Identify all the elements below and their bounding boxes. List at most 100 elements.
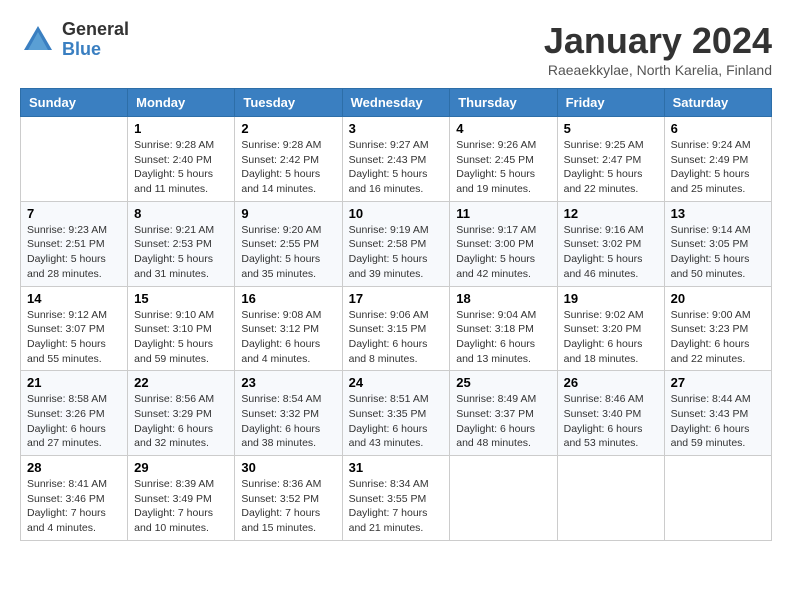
day-cell: 31 Sunrise: 8:34 AM Sunset: 3:55 PM Dayli… xyxy=(342,456,450,541)
day-info: Sunrise: 9:23 AM Sunset: 2:51 PM Dayligh… xyxy=(27,223,121,282)
day-cell: 27Sunrise: 8:44 AM Sunset: 3:43 PM Dayli… xyxy=(664,371,771,456)
day-cell: 15 Sunrise: 9:10 AM Sunset: 3:10 PM Dayli… xyxy=(128,286,235,371)
day-number: 22 xyxy=(134,375,228,390)
header-day-tuesday: Tuesday xyxy=(235,89,342,117)
day-number: 29 xyxy=(134,460,228,475)
day-info: Sunrise: 9:10 AM Sunset: 3:10 PM Dayligh… xyxy=(134,308,228,367)
logo-blue: Blue xyxy=(62,40,129,60)
day-info: Sunrise: 9:14 AM Sunset: 3:05 PM Dayligh… xyxy=(671,223,765,282)
day-cell xyxy=(450,456,557,541)
day-number: 6 xyxy=(671,121,765,136)
day-info: Sunrise: 8:39 AM Sunset: 3:49 PM Dayligh… xyxy=(134,477,228,536)
day-number: 28 xyxy=(27,460,121,475)
day-number: 23 xyxy=(241,375,335,390)
week-row: 14 Sunrise: 9:12 AM Sunset: 3:07 PM Dayli… xyxy=(21,286,772,371)
day-info: Sunrise: 9:17 AM Sunset: 3:00 PM Dayligh… xyxy=(456,223,550,282)
day-cell: 22 Sunrise: 8:56 AM Sunset: 3:29 PM Dayli… xyxy=(128,371,235,456)
header-day-friday: Friday xyxy=(557,89,664,117)
day-number: 17 xyxy=(349,291,444,306)
day-info: Sunrise: 8:54 AM Sunset: 3:32 PM Dayligh… xyxy=(241,392,335,451)
header-day-sunday: Sunday xyxy=(21,89,128,117)
logo-text: General Blue xyxy=(62,20,129,60)
day-info: Sunrise: 9:20 AM Sunset: 2:55 PM Dayligh… xyxy=(241,223,335,282)
day-info: Sunrise: 9:00 AM Sunset: 3:23 PM Dayligh… xyxy=(671,308,765,367)
calendar-subtitle: Raeaekkylae, North Karelia, Finland xyxy=(544,62,772,78)
day-cell: 17Sunrise: 9:06 AM Sunset: 3:15 PM Dayli… xyxy=(342,286,450,371)
day-cell: 2 Sunrise: 9:28 AM Sunset: 2:42 PM Daylig… xyxy=(235,117,342,202)
day-number: 20 xyxy=(671,291,765,306)
day-info: Sunrise: 9:28 AM Sunset: 2:42 PM Dayligh… xyxy=(241,138,335,197)
day-info: Sunrise: 9:24 AM Sunset: 2:49 PM Dayligh… xyxy=(671,138,765,197)
day-number: 1 xyxy=(134,121,228,136)
day-cell: 29 Sunrise: 8:39 AM Sunset: 3:49 PM Dayli… xyxy=(128,456,235,541)
day-number: 9 xyxy=(241,206,335,221)
day-number: 24 xyxy=(349,375,444,390)
day-info: Sunrise: 9:25 AM Sunset: 2:47 PM Dayligh… xyxy=(564,138,658,197)
day-info: Sunrise: 9:19 AM Sunset: 2:58 PM Dayligh… xyxy=(349,223,444,282)
day-cell: 30 Sunrise: 8:36 AM Sunset: 3:52 PM Dayli… xyxy=(235,456,342,541)
day-info: Sunrise: 8:51 AM Sunset: 3:35 PM Dayligh… xyxy=(349,392,444,451)
day-number: 5 xyxy=(564,121,658,136)
header-day-thursday: Thursday xyxy=(450,89,557,117)
day-number: 26 xyxy=(564,375,658,390)
day-cell: 20 Sunrise: 9:00 AM Sunset: 3:23 PM Dayli… xyxy=(664,286,771,371)
day-info: Sunrise: 9:28 AM Sunset: 2:40 PM Dayligh… xyxy=(134,138,228,197)
day-info: Sunrise: 8:41 AM Sunset: 3:46 PM Dayligh… xyxy=(27,477,121,536)
day-number: 3 xyxy=(349,121,444,136)
day-info: Sunrise: 8:34 AM Sunset: 3:55 PM Dayligh… xyxy=(349,477,444,536)
day-number: 21 xyxy=(27,375,121,390)
day-info: Sunrise: 8:58 AM Sunset: 3:26 PM Dayligh… xyxy=(27,392,121,451)
day-info: Sunrise: 9:16 AM Sunset: 3:02 PM Dayligh… xyxy=(564,223,658,282)
day-info: Sunrise: 9:08 AM Sunset: 3:12 PM Dayligh… xyxy=(241,308,335,367)
day-cell: 25Sunrise: 8:49 AM Sunset: 3:37 PM Dayli… xyxy=(450,371,557,456)
day-number: 27 xyxy=(671,375,765,390)
day-info: Sunrise: 9:26 AM Sunset: 2:45 PM Dayligh… xyxy=(456,138,550,197)
day-cell: 14 Sunrise: 9:12 AM Sunset: 3:07 PM Dayli… xyxy=(21,286,128,371)
logo-icon xyxy=(20,22,56,58)
header-day-monday: Monday xyxy=(128,89,235,117)
day-cell: 4 Sunrise: 9:26 AM Sunset: 2:45 PM Daylig… xyxy=(450,117,557,202)
day-number: 4 xyxy=(456,121,550,136)
day-number: 7 xyxy=(27,206,121,221)
week-row: 7 Sunrise: 9:23 AM Sunset: 2:51 PM Daylig… xyxy=(21,201,772,286)
day-cell: 8Sunrise: 9:21 AM Sunset: 2:53 PM Daylig… xyxy=(128,201,235,286)
day-info: Sunrise: 9:12 AM Sunset: 3:07 PM Dayligh… xyxy=(27,308,121,367)
week-row: 21 Sunrise: 8:58 AM Sunset: 3:26 PM Dayli… xyxy=(21,371,772,456)
logo-general: General xyxy=(62,20,129,40)
day-number: 10 xyxy=(349,206,444,221)
day-number: 14 xyxy=(27,291,121,306)
day-info: Sunrise: 9:27 AM Sunset: 2:43 PM Dayligh… xyxy=(349,138,444,197)
day-cell: 1 Sunrise: 9:28 AM Sunset: 2:40 PM Daylig… xyxy=(128,117,235,202)
day-cell: 11 Sunrise: 9:17 AM Sunset: 3:00 PM Dayli… xyxy=(450,201,557,286)
header-day-wednesday: Wednesday xyxy=(342,89,450,117)
day-number: 31 xyxy=(349,460,444,475)
day-info: Sunrise: 8:56 AM Sunset: 3:29 PM Dayligh… xyxy=(134,392,228,451)
week-row: 28 Sunrise: 8:41 AM Sunset: 3:46 PM Dayli… xyxy=(21,456,772,541)
day-cell: 10 Sunrise: 9:19 AM Sunset: 2:58 PM Dayli… xyxy=(342,201,450,286)
day-cell: 19Sunrise: 9:02 AM Sunset: 3:20 PM Dayli… xyxy=(557,286,664,371)
day-number: 8 xyxy=(134,206,228,221)
day-info: Sunrise: 8:36 AM Sunset: 3:52 PM Dayligh… xyxy=(241,477,335,536)
day-cell xyxy=(21,117,128,202)
day-cell: 9 Sunrise: 9:20 AM Sunset: 2:55 PM Daylig… xyxy=(235,201,342,286)
calendar-table: SundayMondayTuesdayWednesdayThursdayFrid… xyxy=(20,88,772,541)
day-cell: 3 Sunrise: 9:27 AM Sunset: 2:43 PM Daylig… xyxy=(342,117,450,202)
day-number: 15 xyxy=(134,291,228,306)
day-cell: 16Sunrise: 9:08 AM Sunset: 3:12 PM Dayli… xyxy=(235,286,342,371)
day-cell: 26Sunrise: 8:46 AM Sunset: 3:40 PM Dayli… xyxy=(557,371,664,456)
logo: General Blue xyxy=(20,20,129,60)
day-cell: 6 Sunrise: 9:24 AM Sunset: 2:49 PM Daylig… xyxy=(664,117,771,202)
day-cell: 12Sunrise: 9:16 AM Sunset: 3:02 PM Dayli… xyxy=(557,201,664,286)
day-number: 30 xyxy=(241,460,335,475)
day-number: 2 xyxy=(241,121,335,136)
day-info: Sunrise: 9:02 AM Sunset: 3:20 PM Dayligh… xyxy=(564,308,658,367)
calendar-header: SundayMondayTuesdayWednesdayThursdayFrid… xyxy=(21,89,772,117)
day-cell: 28 Sunrise: 8:41 AM Sunset: 3:46 PM Dayli… xyxy=(21,456,128,541)
day-cell: 13Sunrise: 9:14 AM Sunset: 3:05 PM Dayli… xyxy=(664,201,771,286)
day-info: Sunrise: 9:04 AM Sunset: 3:18 PM Dayligh… xyxy=(456,308,550,367)
day-number: 11 xyxy=(456,206,550,221)
day-cell: 18 Sunrise: 9:04 AM Sunset: 3:18 PM Dayli… xyxy=(450,286,557,371)
calendar-body: 1 Sunrise: 9:28 AM Sunset: 2:40 PM Daylig… xyxy=(21,117,772,541)
header-row: SundayMondayTuesdayWednesdayThursdayFrid… xyxy=(21,89,772,117)
day-number: 18 xyxy=(456,291,550,306)
